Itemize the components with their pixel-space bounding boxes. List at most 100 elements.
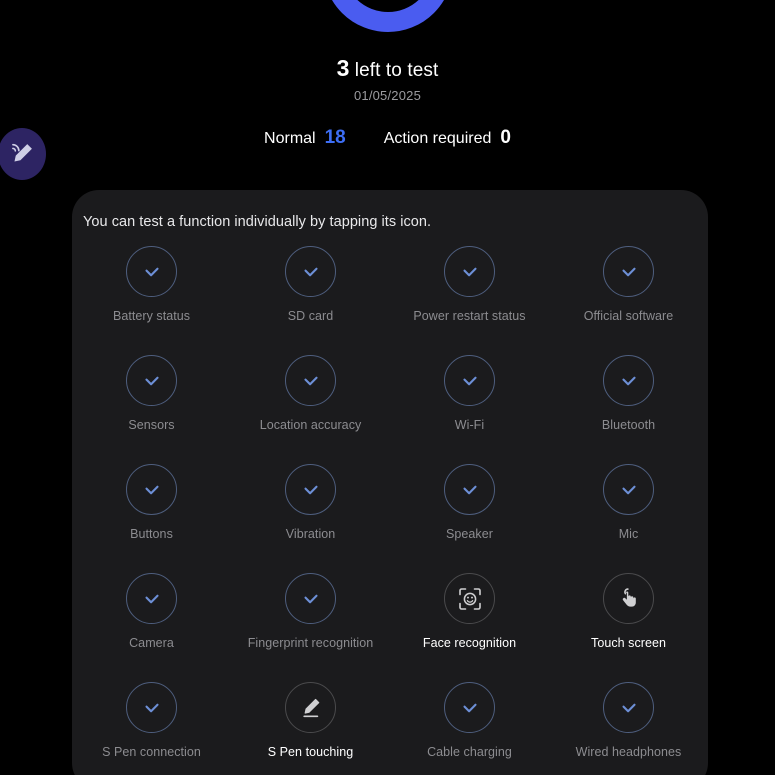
test-item[interactable]: Bluetooth: [549, 355, 708, 440]
test-item-label: Camera: [129, 636, 174, 650]
stat-action-required-value: 0: [500, 127, 511, 148]
test-item-label: Official software: [583, 309, 674, 323]
test-item[interactable]: Sensors: [72, 355, 231, 440]
stat-normal-label: Normal: [264, 130, 316, 147]
stat-normal: Normal 18: [264, 127, 346, 149]
test-item[interactable]: SD card: [231, 246, 390, 331]
test-item[interactable]: Camera: [72, 573, 231, 658]
progress-donut: [322, 0, 453, 32]
test-item-label: Touch screen: [591, 636, 666, 650]
test-item-icon-button[interactable]: [603, 246, 654, 297]
test-item-icon-button[interactable]: [444, 573, 495, 624]
test-item[interactable]: Location accuracy: [231, 355, 390, 440]
test-item[interactable]: Battery status: [72, 246, 231, 331]
test-item-label: Wired headphones: [575, 745, 682, 759]
test-item[interactable]: Fingerprint recognition: [231, 573, 390, 658]
test-item-label: Bluetooth: [601, 418, 656, 432]
check-icon: [141, 697, 163, 719]
test-item[interactable]: Cable charging: [390, 682, 549, 767]
test-item[interactable]: Vibration: [231, 464, 390, 549]
check-icon: [141, 479, 163, 501]
test-item-label: Location accuracy: [259, 418, 362, 432]
left-to-test-label: left to test: [349, 60, 439, 81]
test-item-icon-button[interactable]: [126, 682, 177, 733]
check-icon: [141, 370, 163, 392]
test-item-label: Power restart status: [413, 309, 526, 323]
test-item-label: Face recognition: [422, 636, 517, 650]
stats-row: Normal 18 Action required 0: [0, 127, 775, 149]
test-item-icon-button[interactable]: [603, 682, 654, 733]
stat-action-required: Action required 0: [384, 127, 511, 149]
card-hint-text: You can test a function individually by …: [83, 214, 432, 230]
diagnostics-screen: 3 left to test 01/05/2025 Normal 18 Acti…: [0, 0, 775, 775]
diagnostics-card: You can test a function individually by …: [72, 190, 708, 775]
header: 3 left to test 01/05/2025: [0, 56, 775, 103]
test-item-label: Sensors: [128, 418, 175, 432]
test-item-label: Battery status: [112, 309, 191, 323]
test-item-label: Speaker: [446, 527, 493, 541]
test-item-icon-button[interactable]: [126, 464, 177, 515]
test-item[interactable]: Mic: [549, 464, 708, 549]
test-item-label: Buttons: [130, 527, 173, 541]
s-pen-draw-icon: [298, 695, 324, 721]
progress-ring: [322, 0, 453, 32]
test-item-icon-button[interactable]: [285, 246, 336, 297]
touch-hand-icon: [616, 586, 641, 611]
check-icon: [300, 261, 322, 283]
test-item-icon-button[interactable]: [285, 464, 336, 515]
test-item-icon-button[interactable]: [285, 355, 336, 406]
test-item-label: Mic: [618, 527, 639, 541]
test-item[interactable]: Buttons: [72, 464, 231, 549]
check-icon: [618, 697, 640, 719]
test-item-icon-button[interactable]: [603, 573, 654, 624]
check-icon: [459, 370, 481, 392]
s-pen-air-action-button[interactable]: [0, 128, 46, 180]
test-item-icon-button[interactable]: [444, 682, 495, 733]
check-icon: [141, 588, 163, 610]
left-to-test-count: 3: [336, 55, 350, 81]
stat-action-required-label: Action required: [383, 130, 492, 147]
check-icon: [459, 479, 481, 501]
test-item-icon-button[interactable]: [444, 464, 495, 515]
test-item[interactable]: Official software: [549, 246, 708, 331]
test-item-label: SD card: [287, 309, 334, 323]
check-icon: [618, 479, 640, 501]
left-to-test-line: 3 left to test: [0, 56, 775, 81]
test-item-icon-button[interactable]: [444, 355, 495, 406]
test-item-icon-button[interactable]: [603, 464, 654, 515]
test-item-icon-button[interactable]: [126, 246, 177, 297]
check-icon: [300, 370, 322, 392]
check-icon: [300, 479, 322, 501]
check-icon: [618, 370, 640, 392]
test-grid: Battery status SD card Power restart statu…: [72, 246, 708, 767]
test-item-label: Wi-Fi: [454, 418, 485, 432]
check-icon: [300, 588, 322, 610]
check-icon: [459, 261, 481, 283]
test-item-icon-button[interactable]: [126, 573, 177, 624]
test-item[interactable]: S Pen connection: [72, 682, 231, 767]
check-icon: [618, 261, 640, 283]
s-pen-wireless-icon: [12, 143, 32, 162]
test-item-icon-button[interactable]: [444, 246, 495, 297]
test-item[interactable]: Power restart status: [390, 246, 549, 331]
test-item-icon-button[interactable]: [285, 573, 336, 624]
check-icon: [459, 697, 481, 719]
test-item-label: S Pen touching: [267, 745, 354, 759]
test-item[interactable]: Face recognition: [390, 573, 549, 658]
stat-normal-value: 18: [324, 127, 346, 148]
test-date: 01/05/2025: [353, 87, 422, 103]
test-item[interactable]: Touch screen: [549, 573, 708, 658]
test-item[interactable]: Speaker: [390, 464, 549, 549]
test-item-icon-button[interactable]: [603, 355, 654, 406]
face-recognition-icon: [457, 586, 483, 612]
check-icon: [141, 261, 163, 283]
test-item-label: S Pen connection: [102, 745, 201, 759]
test-item-icon-button[interactable]: [126, 355, 177, 406]
test-item-label: Vibration: [285, 527, 336, 541]
test-item[interactable]: S Pen touching: [231, 682, 390, 767]
test-item-icon-button[interactable]: [285, 682, 336, 733]
test-item[interactable]: Wi-Fi: [390, 355, 549, 440]
test-item-label: Cable charging: [427, 745, 512, 759]
test-item[interactable]: Wired headphones: [549, 682, 708, 767]
test-item-label: Fingerprint recognition: [247, 636, 374, 650]
